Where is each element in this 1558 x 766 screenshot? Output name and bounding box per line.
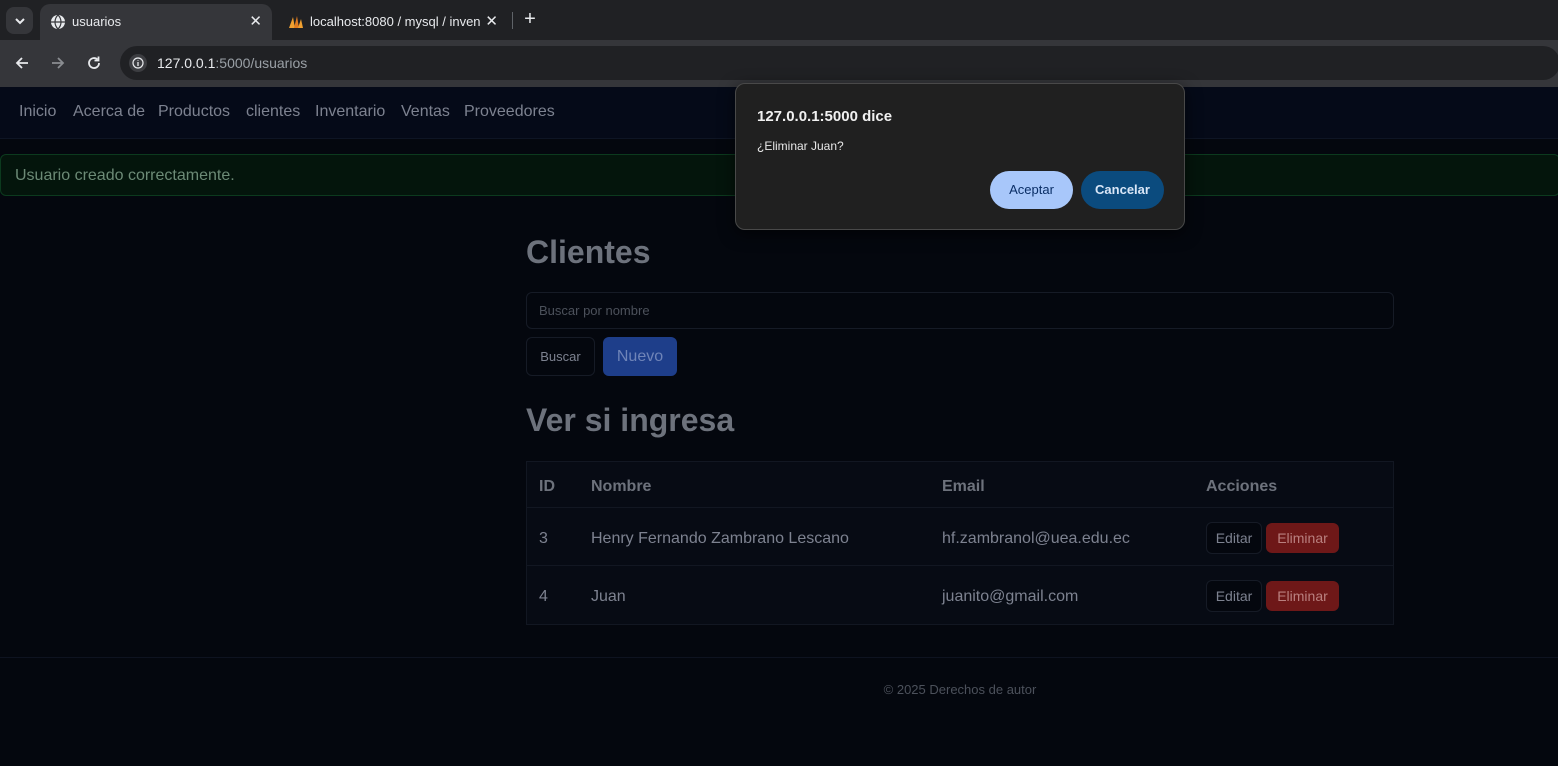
chevron-down-icon xyxy=(14,17,25,24)
alert-message: Usuario creado correctamente. xyxy=(15,167,235,184)
tab-strip: usuarios ✕ localhost:8080 / mysql / inve… xyxy=(0,0,1558,40)
delete-button[interactable]: Eliminar xyxy=(1266,523,1339,553)
table-row: 4 Juan juanito@gmail.com Editar Eliminar xyxy=(527,566,1393,624)
phpmyadmin-icon xyxy=(289,16,303,28)
address-bar[interactable]: 127.0.0.1:5000/usuarios xyxy=(120,46,1558,80)
cell-nombre: Henry Fernando Zambrano Lescano xyxy=(591,530,849,547)
globe-icon xyxy=(51,14,65,30)
header-acciones: Acciones xyxy=(1206,478,1278,495)
dialog-message: ¿Eliminar Juan? xyxy=(757,139,844,153)
browser-toolbar: 127.0.0.1:5000/usuarios xyxy=(0,40,1558,87)
nav-inicio[interactable]: Inicio xyxy=(19,103,56,121)
cell-nombre: Juan xyxy=(591,588,626,605)
nav-acerca-de[interactable]: Acerca de xyxy=(73,103,145,121)
page-title: Clientes xyxy=(526,234,651,270)
new-tab-button[interactable]: + xyxy=(519,8,541,31)
arrow-right-icon xyxy=(52,57,65,69)
search-field[interactable] xyxy=(526,292,1394,329)
footer-divider xyxy=(0,657,1558,658)
edit-button[interactable]: Editar xyxy=(1206,522,1262,554)
search-input[interactable] xyxy=(527,293,1393,328)
cell-id: 4 xyxy=(539,588,548,605)
tab-phpmyadmin[interactable]: localhost:8080 / mysql / inventa ✕ xyxy=(278,4,508,40)
header-id: ID xyxy=(539,478,555,495)
confirm-dialog: 127.0.0.1:5000 dice ¿Eliminar Juan? Acep… xyxy=(735,83,1185,230)
tab-title: localhost:8080 / mysql / inventa xyxy=(310,14,480,29)
nav-proveedores[interactable]: Proveedores xyxy=(464,103,555,121)
nav-ventas[interactable]: Ventas xyxy=(401,103,450,121)
reload-button[interactable] xyxy=(84,53,104,73)
edit-button[interactable]: Editar xyxy=(1206,580,1262,612)
url-host: 127.0.0.1 xyxy=(157,55,216,71)
users-table: ID Nombre Email Acciones 3 Henry Fernand… xyxy=(526,461,1394,625)
section-title: Ver si ingresa xyxy=(526,402,735,438)
new-button[interactable]: Nuevo xyxy=(603,337,677,376)
close-tab-icon[interactable]: ✕ xyxy=(249,12,262,30)
cell-email: hf.zambranol@uea.edu.ec xyxy=(942,530,1130,547)
site-info-icon[interactable] xyxy=(129,54,147,72)
nav-inventario[interactable]: Inventario xyxy=(315,103,385,121)
forward-button[interactable] xyxy=(48,53,68,73)
cell-id: 3 xyxy=(539,530,548,547)
footer-text: © 2025 Derechos de autor xyxy=(883,682,1037,697)
tab-search-button[interactable] xyxy=(6,7,33,34)
search-button[interactable]: Buscar xyxy=(526,337,595,376)
tab-title: usuarios xyxy=(72,14,122,29)
back-button[interactable] xyxy=(12,53,32,73)
arrow-left-icon xyxy=(15,57,28,69)
delete-button[interactable]: Eliminar xyxy=(1266,581,1339,611)
close-tab-icon[interactable]: ✕ xyxy=(485,12,498,30)
table-row: 3 Henry Fernando Zambrano Lescano hf.zam… xyxy=(527,508,1393,566)
tab-usuarios[interactable]: usuarios ✕ xyxy=(40,4,272,40)
url-path: :5000/usuarios xyxy=(215,55,308,71)
url-text[interactable]: 127.0.0.1:5000/usuarios xyxy=(157,55,307,71)
header-email: Email xyxy=(942,478,985,495)
reload-icon xyxy=(88,56,100,69)
nav-clientes[interactable]: clientes xyxy=(246,103,300,121)
tab-separator xyxy=(512,12,513,29)
header-nombre: Nombre xyxy=(591,478,652,495)
nav-productos[interactable]: Productos xyxy=(158,103,230,121)
cancel-button[interactable]: Cancelar xyxy=(1081,171,1164,209)
table-header: ID Nombre Email Acciones xyxy=(527,462,1393,508)
cell-email: juanito@gmail.com xyxy=(942,588,1079,605)
dialog-title: 127.0.0.1:5000 dice xyxy=(757,108,893,125)
accept-button[interactable]: Aceptar xyxy=(990,171,1073,209)
